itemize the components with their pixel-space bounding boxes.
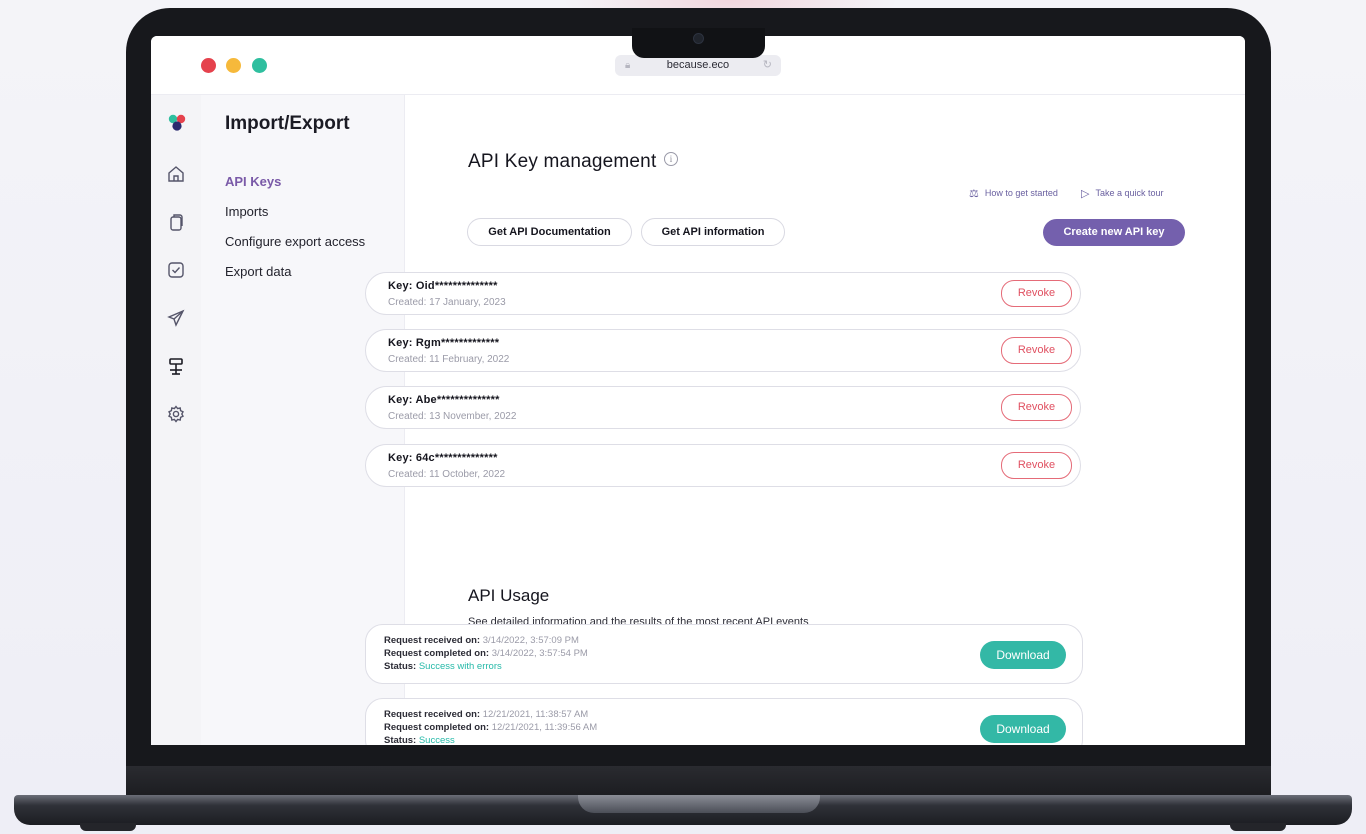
documents-icon[interactable] bbox=[165, 211, 187, 233]
api-key-row: Key: Abe************** Created: 13 Novem… bbox=[365, 386, 1081, 429]
laptop-chin bbox=[126, 766, 1271, 798]
revoke-button[interactable]: Revoke bbox=[1001, 394, 1072, 421]
home-icon[interactable] bbox=[165, 163, 187, 185]
api-key-created: Created: 11 October, 2022 bbox=[388, 469, 506, 480]
close-window-dot[interactable] bbox=[201, 58, 216, 73]
api-key-created: Created: 13 November, 2022 bbox=[388, 411, 517, 422]
revoke-button[interactable]: Revoke bbox=[1001, 452, 1072, 479]
api-key-created: Created: 17 January, 2023 bbox=[388, 297, 506, 308]
laptop-foot bbox=[80, 823, 136, 831]
lock-icon: 🔒︎ bbox=[625, 60, 631, 71]
laptop-foot bbox=[1230, 823, 1286, 831]
download-button[interactable]: Download bbox=[980, 715, 1066, 743]
settings-icon[interactable] bbox=[165, 403, 187, 425]
request-completed-value: 3/14/2022, 3:57:54 PM bbox=[491, 648, 588, 659]
address-bar[interactable]: 🔒︎ because.eco ↻ bbox=[615, 55, 781, 76]
request-status: Status: Success bbox=[384, 735, 455, 745]
take-quick-tour-link[interactable]: ▷ Take a quick tour bbox=[1081, 187, 1164, 200]
how-to-get-started-link[interactable]: ⚖︎ How to get started bbox=[969, 187, 1058, 200]
request-status-label: Status: bbox=[384, 661, 417, 672]
section-title: Import/Export bbox=[225, 113, 350, 134]
request-completed: Request completed on: 12/21/2021, 11:39:… bbox=[384, 722, 597, 733]
download-button[interactable]: Download bbox=[980, 641, 1066, 669]
camera-icon bbox=[693, 33, 704, 44]
get-api-documentation-button[interactable]: Get API Documentation bbox=[467, 218, 632, 246]
address-bar-url: because.eco bbox=[666, 59, 730, 71]
usage-event-row: Request received on: 3/14/2022, 3:57:09 … bbox=[365, 624, 1083, 684]
request-status-value: Success with errors bbox=[418, 661, 502, 672]
api-key-label: Key: 64c************** bbox=[388, 452, 498, 464]
import-export-icon[interactable] bbox=[165, 355, 187, 377]
info-icon[interactable]: i bbox=[664, 152, 678, 166]
checkbox-icon[interactable] bbox=[165, 259, 187, 281]
request-status: Status: Success with errors bbox=[384, 661, 502, 672]
api-key-row: Key: 64c************** Created: 11 Octob… bbox=[365, 444, 1081, 487]
api-key-created: Created: 11 February, 2022 bbox=[388, 354, 510, 365]
subnav-item-imports[interactable]: Imports bbox=[225, 204, 268, 219]
api-key-label: Key: Oid************** bbox=[388, 280, 498, 292]
minimize-window-dot[interactable] bbox=[226, 58, 241, 73]
take-quick-tour-label: Take a quick tour bbox=[1095, 188, 1164, 198]
laptop-hinge bbox=[578, 795, 820, 813]
page-title: API Key management bbox=[468, 151, 657, 172]
request-received-label: Request received on: bbox=[384, 709, 481, 720]
play-icon: ▷ bbox=[1081, 188, 1090, 200]
api-key-row: Key: Oid************** Created: 17 Janua… bbox=[365, 272, 1081, 315]
request-completed: Request completed on: 3/14/2022, 3:57:54… bbox=[384, 648, 588, 659]
lightbulb-icon: ⚖︎ bbox=[969, 188, 979, 200]
api-key-label: Key: Rgm************* bbox=[388, 337, 500, 349]
api-key-row: Key: Rgm************* Created: 11 Februa… bbox=[365, 329, 1081, 372]
request-status-label: Status: bbox=[384, 735, 417, 745]
subnav-item-configure-export-access[interactable]: Configure export access bbox=[225, 234, 365, 249]
revoke-button[interactable]: Revoke bbox=[1001, 337, 1072, 364]
maximize-window-dot[interactable] bbox=[252, 58, 267, 73]
send-icon[interactable] bbox=[165, 307, 187, 329]
because-logo-icon[interactable] bbox=[167, 113, 187, 133]
request-completed-label: Request completed on: bbox=[384, 722, 490, 733]
get-api-information-button[interactable]: Get API information bbox=[641, 218, 785, 246]
subnav-item-export-data[interactable]: Export data bbox=[225, 264, 292, 279]
request-received: Request received on: 12/21/2021, 11:38:5… bbox=[384, 709, 588, 720]
subnav-item-api-keys[interactable]: API Keys bbox=[225, 174, 281, 189]
request-status-value: Success bbox=[418, 735, 455, 745]
request-received-label: Request received on: bbox=[384, 635, 481, 646]
usage-event-row: Request received on: 12/21/2021, 11:38:5… bbox=[365, 698, 1083, 745]
request-received-value: 3/14/2022, 3:57:09 PM bbox=[482, 635, 579, 646]
revoke-button[interactable]: Revoke bbox=[1001, 280, 1072, 307]
how-to-get-started-label: How to get started bbox=[984, 188, 1058, 198]
create-new-api-key-button[interactable]: Create new API key bbox=[1043, 219, 1185, 246]
screen: 🔒︎ because.eco ↻ Import/Export API Keys … bbox=[151, 36, 1245, 745]
request-completed-label: Request completed on: bbox=[384, 648, 490, 659]
request-received-value: 12/21/2021, 11:38:57 AM bbox=[482, 709, 589, 720]
reload-icon[interactable]: ↻ bbox=[763, 55, 772, 76]
icon-rail bbox=[151, 95, 201, 745]
request-completed-value: 12/21/2021, 11:39:56 AM bbox=[491, 722, 598, 733]
request-received: Request received on: 3/14/2022, 3:57:09 … bbox=[384, 635, 579, 646]
api-key-label: Key: Abe************** bbox=[388, 394, 500, 406]
